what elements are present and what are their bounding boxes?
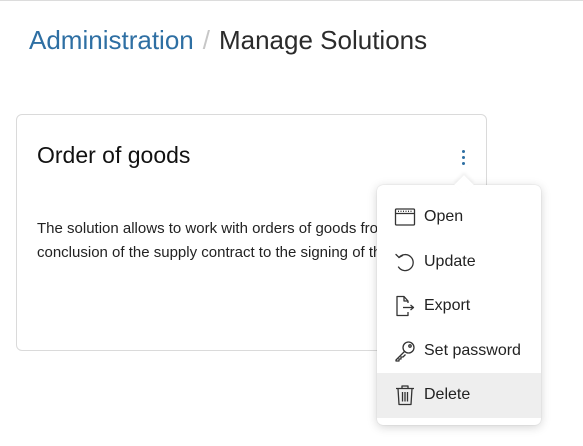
window-icon xyxy=(393,205,417,229)
key-icon xyxy=(393,339,417,363)
page-title: Manage Solutions xyxy=(218,25,428,55)
menu-item-update[interactable]: Update xyxy=(377,240,541,285)
menu-item-delete[interactable]: Delete xyxy=(377,373,541,418)
menu-item-label: Export xyxy=(424,297,471,315)
solution-description-line: The solution allows to work with orders … xyxy=(37,220,377,237)
solution-description: The solution allows to work with orders … xyxy=(37,217,377,265)
trash-icon xyxy=(393,383,417,407)
context-menu: Open Update Export Set password Delete xyxy=(377,175,541,425)
more-options-icon[interactable] xyxy=(457,147,471,169)
solution-title: Order of goods xyxy=(37,142,191,168)
menu-item-label: Delete xyxy=(424,386,471,404)
breadcrumb-administration-link[interactable]: Administration xyxy=(29,25,194,55)
menu-item-open[interactable]: Open xyxy=(377,195,541,240)
menu-item-label: Update xyxy=(424,252,476,270)
menu-item-export[interactable]: Export xyxy=(377,284,541,329)
breadcrumb: Administration / Manage Solutions xyxy=(29,24,427,56)
solution-description-line: conclusion of the supply contract to the… xyxy=(37,244,377,261)
menu-item-label: Set password xyxy=(424,341,521,359)
breadcrumb-separator: / xyxy=(202,25,210,55)
refresh-icon xyxy=(393,250,417,274)
menu-item-set-password[interactable]: Set password xyxy=(377,329,541,374)
export-icon xyxy=(393,294,417,318)
menu-item-label: Open xyxy=(424,208,464,226)
top-divider xyxy=(0,0,583,1)
